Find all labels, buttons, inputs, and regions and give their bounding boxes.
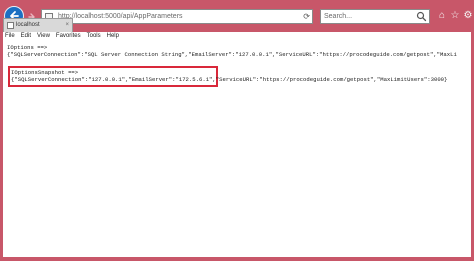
tab-strip: localhost ×	[0, 18, 474, 32]
page-content: IOptions ==> {"SQLServerConnection":"SQL…	[3, 41, 471, 257]
ioptions-json: {"SQLServerConnection":"SQL Server Conne…	[7, 51, 457, 58]
menu-view[interactable]: View	[37, 32, 50, 41]
menu-tools[interactable]: Tools	[87, 32, 101, 41]
tab-title: localhost	[16, 22, 40, 28]
menu-file[interactable]: File	[5, 32, 15, 41]
ioptions-heading: IOptions ==>	[7, 44, 48, 51]
menu-favorites[interactable]: Favorites	[56, 32, 81, 41]
menu-bar: File Edit View Favorites Tools Help	[3, 32, 471, 41]
snapshot-json: {"SQLServerConnection":"127.0.0.1","Emai…	[11, 76, 448, 83]
browser-window: http://localhost:5000/api/AppParameters …	[0, 0, 474, 261]
menu-edit[interactable]: Edit	[21, 32, 31, 41]
tab-close-icon[interactable]: ×	[65, 20, 69, 31]
snapshot-heading: IOptionsSnapshot ==>	[11, 69, 79, 76]
menu-help[interactable]: Help	[107, 32, 119, 41]
tab-favicon-icon	[7, 22, 14, 29]
tab-localhost[interactable]: localhost ×	[3, 18, 73, 32]
